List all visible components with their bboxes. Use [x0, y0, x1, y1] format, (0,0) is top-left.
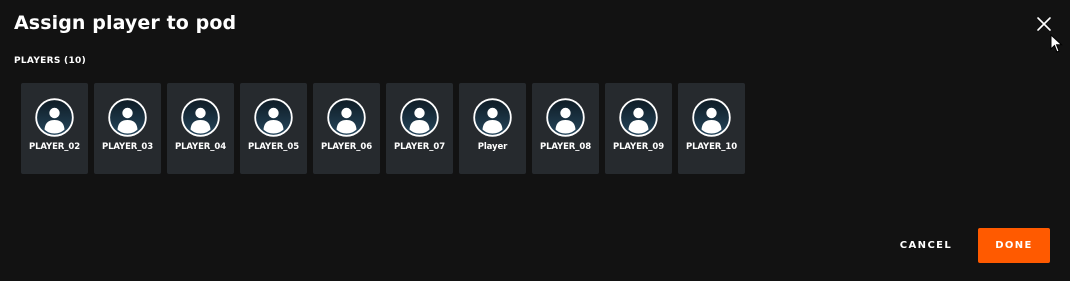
player-card[interactable]: PLAYER_02 — [21, 83, 88, 174]
user-avatar-icon — [327, 98, 366, 137]
user-avatar-icon — [400, 98, 439, 137]
user-avatar-icon — [692, 98, 731, 137]
assign-player-dialog: Assign player to pod PLAYERS (10) PLAYER… — [0, 0, 1070, 281]
player-grid: PLAYER_02 PLAYER_03 PLAYER_04 PLAYER_05 PLAY… — [21, 83, 745, 174]
player-card[interactable]: PLAYER_05 — [240, 83, 307, 174]
user-avatar-icon — [181, 98, 220, 137]
user-avatar-icon — [619, 98, 658, 137]
player-card[interactable]: PLAYER_09 — [605, 83, 672, 174]
player-name: PLAYER_04 — [174, 142, 227, 152]
player-name: PLAYER_10 — [685, 142, 738, 152]
players-section-label: PLAYERS (10) — [14, 56, 86, 66]
player-name: PLAYER_07 — [393, 142, 446, 152]
player-name: PLAYER_03 — [101, 142, 154, 152]
player-name: PLAYER_02 — [28, 142, 81, 152]
user-avatar-icon — [254, 98, 293, 137]
player-card[interactable]: Player — [459, 83, 526, 174]
player-name: PLAYER_05 — [247, 142, 300, 152]
player-name: PLAYER_08 — [539, 142, 592, 152]
player-card[interactable]: PLAYER_06 — [313, 83, 380, 174]
mouse-cursor-icon — [1050, 33, 1064, 54]
player-name: PLAYER_09 — [612, 142, 665, 152]
player-name: PLAYER_06 — [320, 142, 373, 152]
user-avatar-icon — [546, 98, 585, 137]
done-button[interactable]: DONE — [978, 228, 1050, 263]
player-card[interactable]: PLAYER_03 — [94, 83, 161, 174]
player-card[interactable]: PLAYER_10 — [678, 83, 745, 174]
close-button[interactable] — [1034, 14, 1054, 34]
dialog-title: Assign player to pod — [14, 12, 237, 34]
close-icon — [1034, 14, 1054, 34]
user-avatar-icon — [108, 98, 147, 137]
player-name: Player — [477, 142, 508, 152]
user-avatar-icon — [473, 98, 512, 137]
player-card[interactable]: PLAYER_08 — [532, 83, 599, 174]
player-card[interactable]: PLAYER_07 — [386, 83, 453, 174]
player-card[interactable]: PLAYER_04 — [167, 83, 234, 174]
user-avatar-icon — [35, 98, 74, 137]
cancel-button[interactable]: CANCEL — [886, 229, 966, 262]
